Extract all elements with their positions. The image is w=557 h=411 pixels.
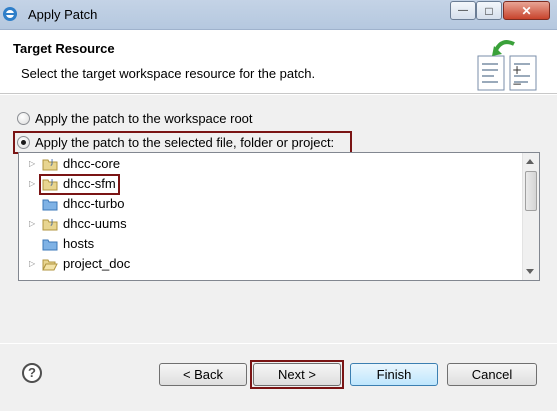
window-title: Apply Patch bbox=[28, 7, 98, 22]
minimize-icon: — bbox=[458, 5, 468, 16]
cancel-button[interactable]: Cancel bbox=[447, 363, 537, 386]
maximize-button[interactable]: □ bbox=[476, 1, 502, 20]
back-button[interactable]: < Back bbox=[159, 363, 247, 386]
page-title: Target Resource bbox=[13, 41, 115, 56]
radio-label: Apply the patch to the workspace root bbox=[35, 110, 253, 126]
help-button[interactable]: ? bbox=[22, 363, 42, 383]
folder-icon bbox=[42, 239, 58, 251]
project-folder-icon: J bbox=[42, 218, 58, 231]
scroll-up-arrow-icon[interactable] bbox=[526, 159, 534, 164]
tree-item-label: hosts bbox=[63, 236, 95, 251]
radio-workspace-root[interactable]: Apply the patch to the workspace root bbox=[17, 108, 253, 128]
radio-selected-resource[interactable]: Apply the patch to the selected file, fo… bbox=[17, 132, 334, 152]
apply-patch-banner-icon: + − bbox=[477, 40, 537, 91]
finish-button[interactable]: Finish bbox=[350, 363, 438, 386]
minimize-button[interactable]: — bbox=[450, 1, 476, 20]
title-bar: Apply Patch — □ ✕ bbox=[0, 0, 557, 30]
vertical-scrollbar[interactable] bbox=[522, 153, 539, 280]
close-icon: ✕ bbox=[521, 3, 532, 18]
expand-arrow-icon[interactable]: ▷ bbox=[29, 180, 37, 188]
next-button[interactable]: Next > bbox=[253, 363, 341, 386]
tree-item[interactable]: ▷ J dhcc-uums bbox=[19, 214, 522, 234]
tree-item-label: project_doc bbox=[63, 256, 131, 271]
wizard-content: Apply the patch to the workspace root Ap… bbox=[0, 95, 557, 411]
expand-arrow-icon[interactable]: ▷ bbox=[29, 160, 37, 168]
expand-arrow-icon[interactable]: ▷ bbox=[29, 260, 37, 268]
tree-item[interactable]: ▷ J dhcc-core bbox=[19, 154, 522, 174]
page-description: Select the target workspace resource for… bbox=[21, 66, 316, 81]
scroll-down-arrow-icon[interactable] bbox=[526, 269, 534, 274]
maximize-icon: □ bbox=[485, 3, 493, 18]
tree-item-label: dhcc-core bbox=[63, 156, 121, 171]
svg-text:J: J bbox=[50, 218, 53, 226]
tree-item-label: dhcc-turbo bbox=[63, 196, 125, 211]
folder-icon bbox=[42, 199, 58, 211]
svg-text:J: J bbox=[50, 158, 53, 166]
close-button[interactable]: ✕ bbox=[503, 1, 550, 20]
tree-item[interactable]: ▷ project_doc bbox=[19, 254, 522, 274]
item-highlight bbox=[39, 174, 120, 195]
svg-text:−: − bbox=[512, 77, 522, 91]
radio-button[interactable] bbox=[17, 111, 30, 125]
radio-button-checked[interactable] bbox=[17, 135, 30, 149]
wizard-header: Target Resource Select the target worksp… bbox=[0, 30, 557, 94]
scroll-thumb[interactable] bbox=[525, 171, 537, 211]
project-folder-icon: J bbox=[42, 158, 58, 171]
svg-text:+: + bbox=[512, 63, 522, 77]
tree-item[interactable]: hosts bbox=[19, 234, 522, 254]
resource-tree[interactable]: ▷ J dhcc-core ▷ J dhcc-sfm dhcc-turbo ▷ … bbox=[18, 152, 540, 281]
tree-item-label: dhcc-uums bbox=[63, 216, 127, 231]
expand-arrow-icon[interactable]: ▷ bbox=[29, 220, 37, 228]
eclipse-app-icon bbox=[3, 7, 17, 21]
tree-item[interactable]: dhcc-turbo bbox=[19, 194, 522, 214]
radio-label: Apply the patch to the selected file, fo… bbox=[35, 134, 335, 150]
button-bar-separator bbox=[0, 343, 557, 344]
open-folder-icon bbox=[42, 259, 58, 271]
